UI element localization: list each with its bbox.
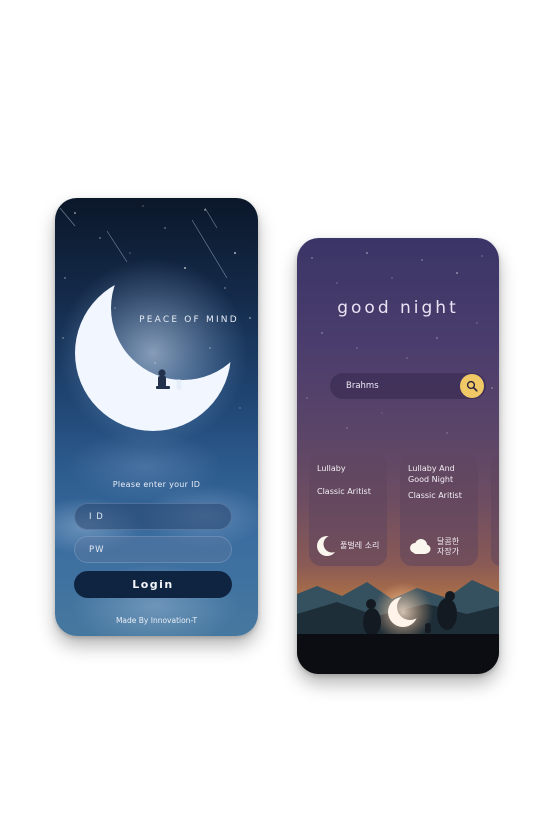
card-title: Lullaby bbox=[317, 464, 346, 473]
search-value: Brahms bbox=[346, 381, 379, 391]
music-card-partial[interactable] bbox=[491, 454, 499, 566]
screen-title: good night bbox=[337, 298, 459, 318]
app-tagline: PEACE OF MIND bbox=[139, 315, 239, 325]
card-footer-label: 풀벌레 소리 bbox=[340, 541, 380, 550]
cloud-icon bbox=[410, 539, 431, 554]
login-button[interactable]: Login bbox=[74, 571, 232, 598]
card-subtitle: Classic Aritist bbox=[408, 491, 462, 500]
password-placeholder: PW bbox=[89, 544, 105, 555]
card-title: Lullaby And Good Night bbox=[408, 464, 455, 484]
login-prompt: Please enter your ID bbox=[112, 480, 201, 489]
card-subtitle: Classic Aritist bbox=[317, 487, 371, 496]
login-screen: PEACE OF MIND Please enter your ID I D P… bbox=[55, 198, 258, 636]
crescent-moon-illustration bbox=[55, 198, 258, 458]
music-screen: good night Brahms Lullaby Classic Aritis… bbox=[297, 238, 499, 674]
crescent-moon-icon bbox=[317, 535, 335, 557]
search-button[interactable] bbox=[460, 374, 484, 398]
search-icon bbox=[466, 380, 478, 392]
music-card[interactable]: Lullaby And Good Night Classic Aritist 달… bbox=[400, 454, 478, 566]
card-footer-label: 달콤한 자장가 bbox=[437, 537, 460, 556]
music-card[interactable]: Lullaby Classic Aritist 풀벌레 소리 bbox=[309, 454, 387, 566]
id-placeholder: I D bbox=[89, 511, 104, 522]
credit-text: Made By Innovation-T bbox=[115, 616, 198, 625]
search-input[interactable]: Brahms bbox=[330, 373, 486, 399]
night-landscape-illustration bbox=[297, 574, 499, 674]
password-input[interactable]: PW bbox=[74, 536, 232, 563]
id-input[interactable]: I D bbox=[74, 503, 232, 530]
